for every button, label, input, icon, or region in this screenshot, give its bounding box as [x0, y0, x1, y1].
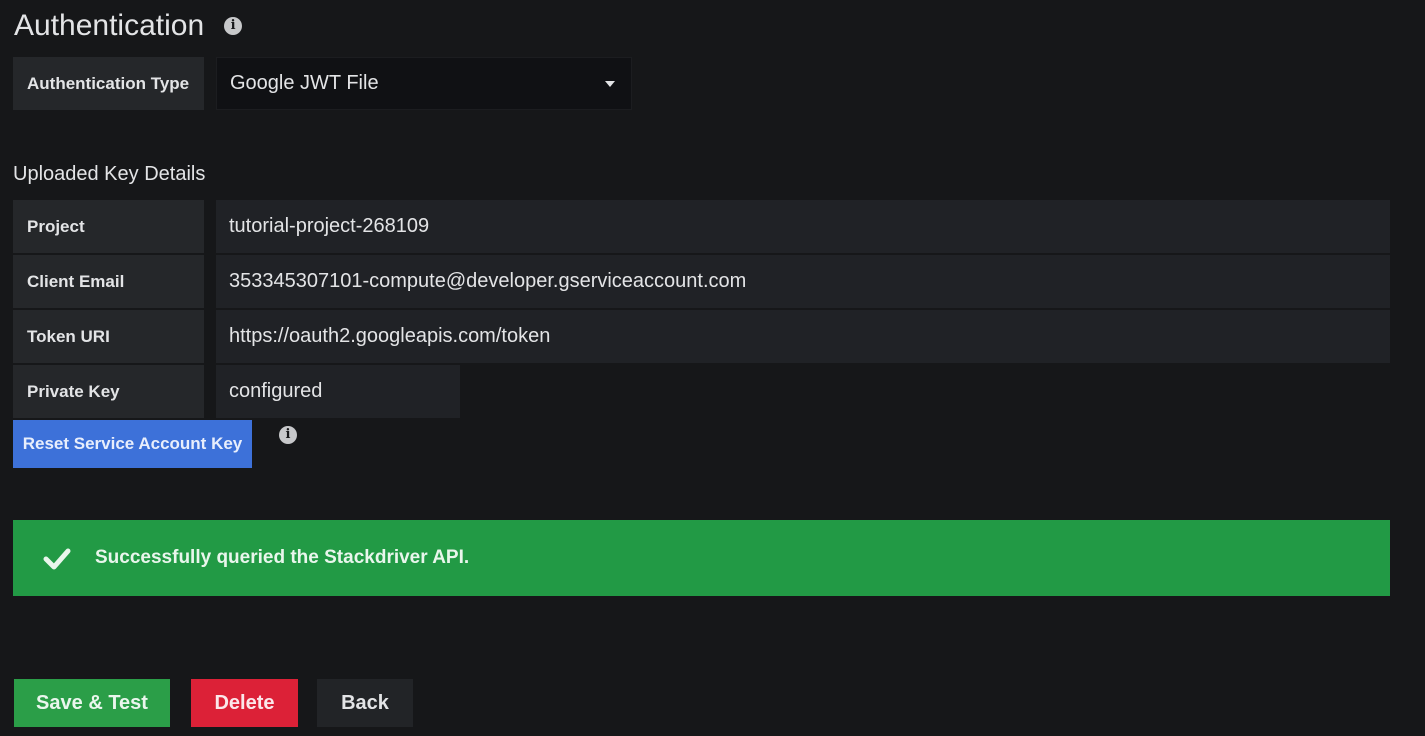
authentication-type-row: Authentication Type Google JWT File [13, 57, 632, 110]
chevron-down-icon [605, 80, 615, 87]
back-button[interactable]: Back [317, 679, 413, 727]
uploaded-key-details-title: Uploaded Key Details [13, 163, 206, 185]
token-uri-label: Token URI [13, 310, 204, 363]
success-message: Successfully queried the Stackdriver API… [95, 547, 470, 568]
reset-service-account-key-button[interactable]: Reset Service Account Key [13, 420, 252, 468]
delete-button[interactable]: Delete [191, 679, 298, 727]
private-key-row: Private Key configured [13, 365, 460, 418]
token-uri-row: Token URI https://oauth2.googleapis.com/… [13, 310, 1390, 363]
client-email-value: 353345307101-compute@developer.gservicea… [216, 255, 1390, 308]
token-uri-value: https://oauth2.googleapis.com/token [216, 310, 1390, 363]
client-email-row: Client Email 353345307101-compute@develo… [13, 255, 1390, 308]
authentication-type-value: Google JWT File [230, 72, 379, 94]
success-alert: Successfully queried the Stackdriver API… [13, 520, 1390, 596]
datasource-settings-page: Authentication i Authentication Type Goo… [0, 0, 1425, 736]
private-key-value: configured [216, 365, 460, 418]
page-title: Authentication [14, 9, 205, 42]
private-key-label: Private Key [13, 365, 204, 418]
project-label: Project [13, 200, 204, 253]
authentication-heading: Authentication i [14, 8, 243, 44]
save-test-button[interactable]: Save & Test [14, 679, 170, 727]
info-icon[interactable]: i [279, 426, 297, 444]
check-icon [43, 548, 71, 570]
project-value: tutorial-project-268109 [216, 200, 1390, 253]
project-row: Project tutorial-project-268109 [13, 200, 1390, 253]
authentication-type-label: Authentication Type [13, 57, 204, 110]
authentication-type-select[interactable]: Google JWT File [216, 57, 632, 110]
client-email-label: Client Email [13, 255, 204, 308]
info-icon[interactable]: i [224, 17, 243, 35]
